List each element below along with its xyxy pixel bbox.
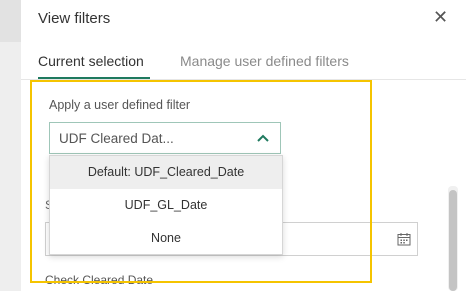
option-none[interactable]: None <box>50 222 282 255</box>
tab-divider <box>21 79 466 80</box>
check-cleared-date-label: Check Cleared Date <box>45 273 154 287</box>
option-udf-gl-date[interactable]: UDF_GL_Date <box>50 189 282 222</box>
calendar-icon[interactable] <box>397 232 411 246</box>
option-default-udf-cleared-date[interactable]: Default: UDF_Cleared_Date <box>50 156 282 189</box>
filter-dropdown-menu: Default: UDF_Cleared_Date UDF_GL_Date No… <box>49 155 283 255</box>
view-filters-dialog: View filters ✕ Current selection Manage … <box>21 0 466 291</box>
selected-filter-value: UDF Cleared Dat... <box>59 131 174 146</box>
chevron-up-icon <box>257 134 269 142</box>
tab-manage-user-defined-filters[interactable]: Manage user defined filters <box>180 53 349 69</box>
close-icon[interactable]: ✕ <box>433 8 448 26</box>
background-page-notch <box>0 0 21 42</box>
scrollbar-thumb[interactable] <box>449 190 457 291</box>
background-page-strip <box>0 0 21 291</box>
tab-current-selection[interactable]: Current selection <box>38 53 144 69</box>
user-defined-filter-select[interactable]: UDF Cleared Dat... <box>49 122 281 154</box>
dialog-title: View filters <box>38 10 111 27</box>
filter-label: Apply a user defined filter <box>49 98 191 112</box>
